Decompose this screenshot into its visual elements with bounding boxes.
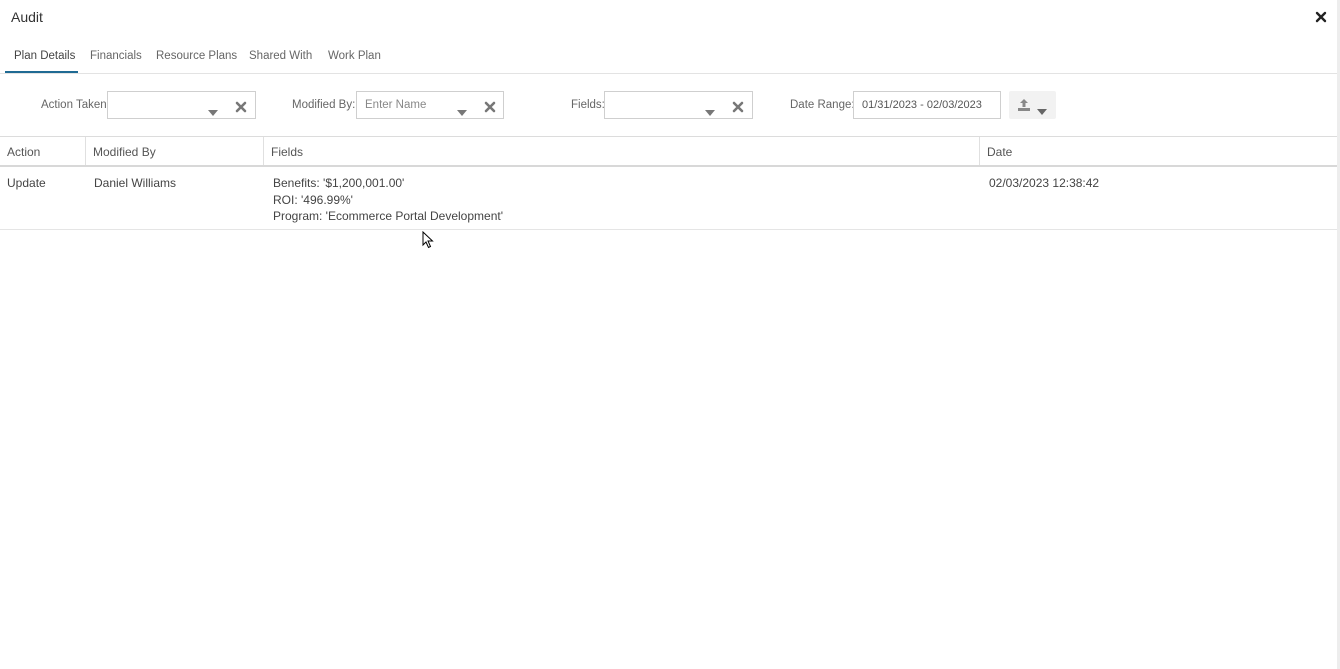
date-range-input[interactable]: 01/31/2023 - 02/03/2023 [853, 91, 1001, 119]
upload-icon [1017, 98, 1031, 112]
fields-label: Fields: [571, 99, 605, 111]
tab-shared-with[interactable]: Shared With [249, 50, 312, 73]
date-range-label: Date Range: [790, 99, 855, 111]
chevron-down-icon[interactable] [705, 103, 715, 116]
action-taken-select[interactable] [107, 91, 256, 119]
table-row[interactable]: Update Daniel Williams Benefits: '$1,200… [0, 167, 1338, 230]
modified-by-label: Modified By: [292, 99, 356, 111]
column-header-action[interactable]: Action [0, 137, 86, 165]
mouse-pointer-icon [422, 230, 434, 249]
row-modified-by: Daniel Williams [94, 176, 177, 190]
chevron-down-icon [1037, 102, 1047, 115]
row-field-change: Benefits: '$1,200,001.00' [273, 176, 405, 190]
tab-resource-plans[interactable]: Resource Plans [156, 50, 237, 73]
chevron-down-icon[interactable] [208, 103, 218, 116]
fields-select[interactable] [604, 91, 753, 119]
tab-plan-details[interactable]: Plan Details [14, 50, 75, 73]
active-tab-indicator [5, 71, 78, 73]
chevron-down-icon[interactable] [457, 103, 467, 116]
clear-icon[interactable] [732, 100, 744, 113]
close-icon[interactable] [1314, 9, 1328, 25]
column-header-date[interactable]: Date [980, 137, 1338, 165]
clear-icon[interactable] [235, 100, 247, 113]
dialog-header: Audit [0, 0, 1340, 36]
row-field-change: ROI: '496.99%' [273, 192, 353, 207]
modified-by-input[interactable]: Enter Name [356, 91, 504, 119]
tab-work-plan[interactable]: Work Plan [328, 50, 381, 73]
row-date: 02/03/2023 12:38:42 [989, 176, 1100, 190]
row-field-change: Program: 'Ecommerce Portal Development' [273, 209, 503, 223]
clear-icon[interactable] [484, 100, 496, 113]
column-header-fields[interactable]: Fields [264, 137, 980, 165]
dialog-title: Audit [11, 9, 43, 25]
modified-by-placeholder: Enter Name [365, 99, 427, 111]
row-action: Update [7, 176, 46, 190]
grid-header: Action Modified By Fields Date [0, 137, 1338, 167]
tab-financials[interactable]: Financials [90, 50, 142, 73]
action-taken-label: Action Taken: [41, 99, 110, 111]
export-button[interactable] [1009, 91, 1056, 119]
date-range-value: 01/31/2023 - 02/03/2023 [862, 99, 982, 111]
filter-bar: Action Taken: Modified By: Enter Name Fi… [0, 74, 1340, 137]
tab-bar: Plan Details Financials Resource Plans S… [0, 42, 1340, 74]
column-header-modified-by[interactable]: Modified By [86, 137, 264, 165]
